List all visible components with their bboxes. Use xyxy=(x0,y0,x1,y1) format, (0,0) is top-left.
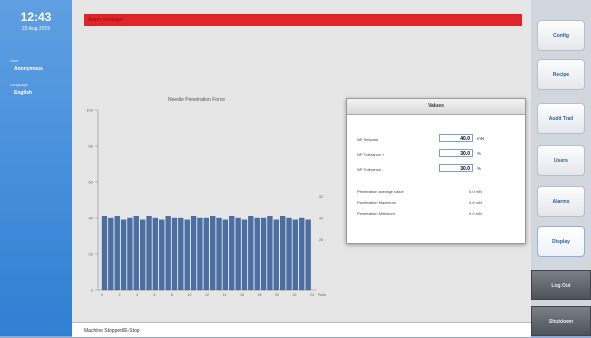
bar xyxy=(280,216,286,291)
ref-line-label: 40 xyxy=(319,217,323,221)
values-title: Values xyxy=(347,99,525,115)
bar xyxy=(235,217,241,291)
ref-line-label: 28 xyxy=(319,238,323,242)
bar xyxy=(127,217,133,291)
bar xyxy=(248,216,254,291)
right-nav: Config Recipe Audit Trail Users Alarms D… xyxy=(531,0,591,336)
users-button[interactable]: Users xyxy=(537,145,585,176)
status-text: Machine Stopped/E-Stop xyxy=(84,328,140,334)
bar xyxy=(254,217,260,291)
x-tick-label: 16 xyxy=(240,293,244,297)
bar xyxy=(159,219,165,291)
x-tick-label: 22 xyxy=(293,293,297,297)
left-sidebar: 12:43 23 Aug 2019 User Anonymous Languag… xyxy=(0,0,72,336)
y-tick-label: 100 xyxy=(86,108,93,113)
tolerance-plus-input[interactable]: 30.0 xyxy=(439,149,473,157)
alarm-banner[interactable]: Alarm message xyxy=(84,14,522,26)
bar xyxy=(108,217,114,291)
x-tick-label: 20 xyxy=(275,293,279,297)
bar xyxy=(229,216,235,291)
bar xyxy=(165,216,171,291)
alarms-button[interactable]: Alarms xyxy=(537,186,585,217)
log-out-button[interactable]: Log Out xyxy=(531,270,591,300)
tolerance-minus-input[interactable]: 30.0 xyxy=(439,164,473,172)
bar xyxy=(267,216,273,291)
language-value[interactable]: English xyxy=(14,90,32,96)
setpoint-input[interactable]: 40.0 xyxy=(439,134,473,142)
alarm-text: Alarm message xyxy=(88,17,123,23)
bar xyxy=(133,216,139,291)
bar xyxy=(101,216,108,291)
min-value: 0.0 mN xyxy=(469,211,482,216)
y-tick-label: 80 xyxy=(89,144,94,149)
y-tick-label: 60 xyxy=(89,180,94,185)
avg-value: 0.0 mN xyxy=(469,189,482,194)
ref-line-label: 52 xyxy=(319,195,323,199)
audit-trail-button[interactable]: Audit Trail xyxy=(537,103,585,134)
tolerance-minus-label: NP Tolerance - xyxy=(357,167,384,172)
tolerance-plus-label: NP Tolerance + xyxy=(357,152,385,157)
recipe-button[interactable]: Recipe xyxy=(537,59,585,90)
bar xyxy=(203,217,209,291)
x-tick-label: 10 xyxy=(188,293,192,297)
bar xyxy=(146,216,152,291)
values-dialog: Values NP Setpoint 40.0 mN NP Tolerance … xyxy=(346,98,526,244)
bar xyxy=(273,219,279,291)
x-tick-label: 6 xyxy=(154,293,156,297)
bar xyxy=(299,217,305,291)
max-label: Penetration Maximum xyxy=(357,200,396,205)
shutdown-button[interactable]: Shutdown xyxy=(531,306,591,336)
x-tick-label: 14 xyxy=(223,293,227,297)
x-unit-label: Parts xyxy=(318,293,326,297)
bar xyxy=(216,217,222,291)
status-bar: Machine Stopped/E-Stop xyxy=(72,322,531,337)
x-tick-label: 8 xyxy=(171,293,173,297)
user-label: User xyxy=(10,58,19,63)
bar xyxy=(292,219,299,291)
tolerance-minus-unit: % xyxy=(477,166,482,171)
bar xyxy=(260,217,267,291)
x-tick-label: 0 xyxy=(101,293,103,297)
avg-label: Penetration average value xyxy=(357,189,404,194)
bar xyxy=(120,219,127,291)
setpoint-label: NP Setpoint xyxy=(357,137,379,142)
y-tick-label: 0 xyxy=(91,288,94,293)
x-tick-label: 18 xyxy=(258,293,262,297)
tolerance-plus-unit: % xyxy=(477,151,482,156)
bar xyxy=(286,217,292,291)
bar xyxy=(114,216,120,291)
bar xyxy=(184,219,190,291)
bar xyxy=(178,217,184,291)
bar xyxy=(140,219,146,291)
bar xyxy=(241,219,248,291)
bar xyxy=(152,217,159,291)
config-button[interactable]: Config xyxy=(537,20,585,51)
display-button[interactable]: Display xyxy=(537,226,585,257)
max-value: 0.0 mN xyxy=(469,200,482,205)
bar xyxy=(197,217,203,291)
bar xyxy=(305,219,311,291)
min-label: Penetration Minimum xyxy=(357,211,395,216)
language-label: Language xyxy=(10,82,28,87)
y-tick-label: 40 xyxy=(89,216,94,221)
x-tick-label: 24 xyxy=(310,293,314,297)
bar xyxy=(171,217,178,291)
bar xyxy=(190,216,197,291)
x-tick-label: 2 xyxy=(119,293,121,297)
bar xyxy=(222,219,229,291)
date: 23 Aug 2019 xyxy=(21,26,51,32)
x-tick-label: 4 xyxy=(136,293,138,297)
user-value[interactable]: Anonymous xyxy=(14,66,43,72)
bar xyxy=(210,216,216,291)
clock: 12:43 xyxy=(20,10,52,24)
setpoint-unit: mN xyxy=(477,136,484,141)
y-tick-label: 20 xyxy=(89,252,94,257)
x-tick-label: 12 xyxy=(205,293,209,297)
